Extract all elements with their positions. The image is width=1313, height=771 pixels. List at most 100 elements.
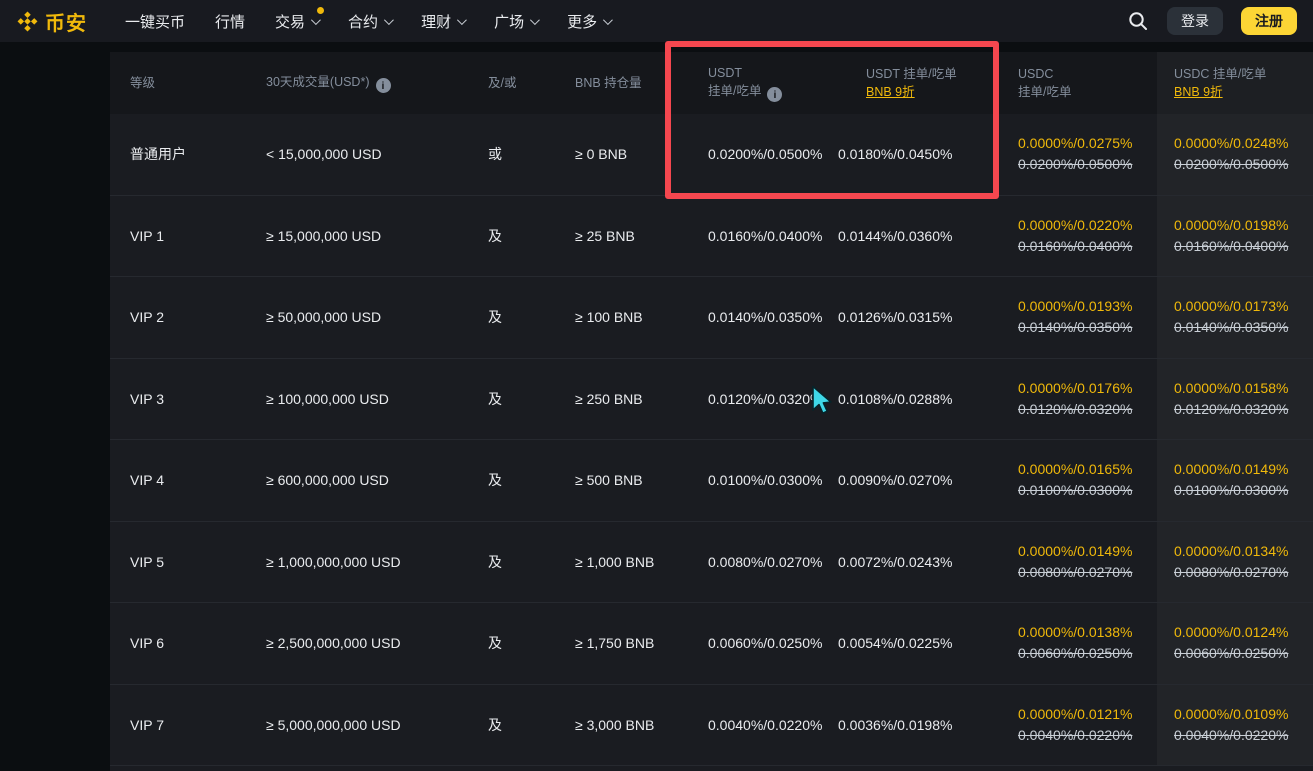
and-or-cell: 及 (480, 226, 560, 246)
login-button[interactable]: 登录 (1167, 7, 1223, 35)
header-volume-label: 30天成交量(USD*) (266, 75, 370, 89)
usdc-bnb-fee-cell: 0.0000%/0.0124% 0.0060%/0.0250% (1157, 603, 1313, 684)
header-usdc-line2: 挂单/吃单 (1018, 83, 1157, 101)
and-or-cell: 及 (480, 389, 560, 409)
and-or-cell: 及 (480, 552, 560, 572)
new-feature-dot (317, 7, 324, 14)
nav-item-label: 理财 (421, 11, 451, 32)
usdc-fee-old: 0.0140%/0.0350% (1018, 317, 1157, 338)
header-usdt-bnb-fee: USDT 挂单/吃单 BNB 9折 (820, 65, 1000, 101)
bnb-balance-cell: ≥ 1,750 BNB (560, 635, 668, 651)
usdc-bnb-fee-new: 0.0000%/0.0173% (1174, 296, 1313, 317)
usdc-bnb-fee-new: 0.0000%/0.0134% (1174, 541, 1313, 562)
volume-cell: ≥ 100,000,000 USD (262, 391, 480, 407)
usdt-fee-cell: 0.0080%/0.0270% (668, 554, 820, 570)
usdc-fee-cell: 0.0000%/0.0275% 0.0200%/0.0500% (1000, 133, 1157, 175)
nav-item-more[interactable]: 更多 (567, 11, 610, 32)
usdc-bnb-fee-old: 0.0160%/0.0400% (1174, 236, 1313, 257)
usdt-bnb-fee-cell: 0.0126%/0.0315% (820, 309, 1000, 325)
usdc-bnb-fee-new: 0.0000%/0.0149% (1174, 459, 1313, 480)
usdc-bnb-fee-old: 0.0120%/0.0320% (1174, 399, 1313, 420)
usdt-bnb-fee-cell: 0.0054%/0.0225% (820, 635, 1000, 651)
and-or-cell: 及 (480, 470, 560, 490)
usdc-fee-cell: 0.0000%/0.0138% 0.0060%/0.0250% (1000, 622, 1157, 664)
usdc-bnb-fee-old: 0.0040%/0.0220% (1174, 725, 1313, 746)
usdc-fee-old: 0.0060%/0.0250% (1018, 643, 1157, 664)
usdt-fee-cell: 0.0160%/0.0400% (668, 228, 820, 244)
info-icon[interactable]: i (767, 87, 782, 102)
usdc-bnb-fee-old: 0.0060%/0.0250% (1174, 643, 1313, 664)
binance-logo-icon (16, 10, 39, 33)
usdt-fee-cell: 0.0200%/0.0500% (668, 146, 820, 162)
register-button[interactable]: 注册 (1241, 7, 1297, 35)
and-or-cell: 或 (480, 144, 560, 164)
nav-item-trade[interactable]: 交易 (275, 11, 318, 32)
usdt-fee-cell: 0.0120%/0.0320% (668, 391, 820, 407)
usdc-fee-new: 0.0000%/0.0121% (1018, 704, 1157, 725)
usdc-bnb-fee-cell: 0.0000%/0.0149% 0.0100%/0.0300% (1157, 440, 1313, 521)
binance-logo[interactable]: 币安 (16, 7, 87, 36)
chevron-down-icon (603, 15, 613, 25)
nav-item-buy-crypto[interactable]: 一键买币 (125, 11, 185, 32)
bnb-balance-cell: ≥ 3,000 BNB (560, 717, 668, 733)
header-volume: 30天成交量(USD*) i (262, 73, 480, 94)
usdc-bnb-fee-new: 0.0000%/0.0248% (1174, 133, 1313, 154)
volume-cell: ≥ 50,000,000 USD (262, 309, 480, 325)
search-icon[interactable] (1127, 10, 1149, 32)
usdc-bnb-fee-new: 0.0000%/0.0158% (1174, 378, 1313, 399)
header-usdt-fee: USDT 挂单/吃单i (668, 64, 820, 103)
and-or-cell: 及 (480, 715, 560, 735)
usdt-bnb-fee-cell: 0.0072%/0.0243% (820, 554, 1000, 570)
usdt-bnb-fee-cell: 0.0180%/0.0450% (820, 146, 1000, 162)
bnb-balance-cell: ≥ 25 BNB (560, 228, 668, 244)
usdc-bnb-fee-cell: 0.0000%/0.0109% 0.0040%/0.0220% (1157, 685, 1313, 766)
usdc-bnb-fee-cell: 0.0000%/0.0134% 0.0080%/0.0270% (1157, 522, 1313, 603)
bnb-balance-cell: ≥ 500 BNB (560, 472, 668, 488)
volume-cell: ≥ 600,000,000 USD (262, 472, 480, 488)
main-menu: 一键买币 行情 交易 合约 理财 广场 更多 (125, 11, 610, 32)
nav-item-label: 广场 (494, 11, 524, 32)
level-cell: VIP 6 (110, 635, 262, 651)
nav-item-label: 合约 (348, 11, 378, 32)
table-row: VIP 4 ≥ 600,000,000 USD 及 ≥ 500 BNB 0.01… (110, 440, 1313, 522)
header-and-or: 及/或 (480, 74, 560, 92)
usdc-fee-new: 0.0000%/0.0138% (1018, 622, 1157, 643)
usdc-bnb-fee-old: 0.0080%/0.0270% (1174, 562, 1313, 583)
table-row: VIP 7 ≥ 5,000,000,000 USD 及 ≥ 3,000 BNB … (110, 685, 1313, 767)
usdc-fee-new: 0.0000%/0.0149% (1018, 541, 1157, 562)
header-usdc-fee: USDC 挂单/吃单 (1000, 65, 1157, 101)
nav-item-futures[interactable]: 合约 (348, 11, 391, 32)
nav-item-square[interactable]: 广场 (494, 11, 537, 32)
bnb-discount-link[interactable]: BNB 9折 (1174, 85, 1223, 99)
and-or-cell: 及 (480, 633, 560, 653)
header-usdc-line1: USDC (1018, 65, 1157, 83)
bnb-balance-cell: ≥ 1,000 BNB (560, 554, 668, 570)
usdc-bnb-fee-cell: 0.0000%/0.0248% 0.0200%/0.0500% (1157, 114, 1313, 195)
info-icon[interactable]: i (376, 78, 391, 93)
usdc-bnb-fee-cell: 0.0000%/0.0158% 0.0120%/0.0320% (1157, 359, 1313, 440)
fee-table: 等级 30天成交量(USD*)i 及/或 BNB 持仓量 USDT 挂单/吃单i… (110, 52, 1313, 771)
table-row: 普通用户 < 15,000,000 USD 或 ≥ 0 BNB 0.0200%/… (110, 114, 1313, 196)
usdc-bnb-fee-new: 0.0000%/0.0198% (1174, 215, 1313, 236)
usdt-bnb-fee-cell: 0.0090%/0.0270% (820, 472, 1000, 488)
level-cell: VIP 1 (110, 228, 262, 244)
usdt-fee-cell: 0.0100%/0.0300% (668, 472, 820, 488)
volume-cell: ≥ 5,000,000,000 USD (262, 717, 480, 733)
usdt-fee-cell: 0.0060%/0.0250% (668, 635, 820, 651)
chevron-down-icon (530, 15, 540, 25)
bnb-balance-cell: ≥ 250 BNB (560, 391, 668, 407)
and-or-cell: 及 (480, 307, 560, 327)
usdc-fee-new: 0.0000%/0.0176% (1018, 378, 1157, 399)
usdc-fee-old: 0.0040%/0.0220% (1018, 725, 1157, 746)
level-cell: VIP 3 (110, 391, 262, 407)
bnb-discount-link[interactable]: BNB 9折 (866, 85, 915, 99)
usdc-fee-old: 0.0200%/0.0500% (1018, 154, 1157, 175)
bnb-balance-cell: ≥ 0 BNB (560, 146, 668, 162)
table-row: VIP 6 ≥ 2,500,000,000 USD 及 ≥ 1,750 BNB … (110, 603, 1313, 685)
nav-item-markets[interactable]: 行情 (215, 11, 245, 32)
fee-table-body: 普通用户 < 15,000,000 USD 或 ≥ 0 BNB 0.0200%/… (110, 114, 1313, 766)
chevron-down-icon (311, 15, 321, 25)
volume-cell: < 15,000,000 USD (262, 146, 480, 162)
nav-item-earn[interactable]: 理财 (421, 11, 464, 32)
nav-item-label: 交易 (275, 11, 305, 32)
